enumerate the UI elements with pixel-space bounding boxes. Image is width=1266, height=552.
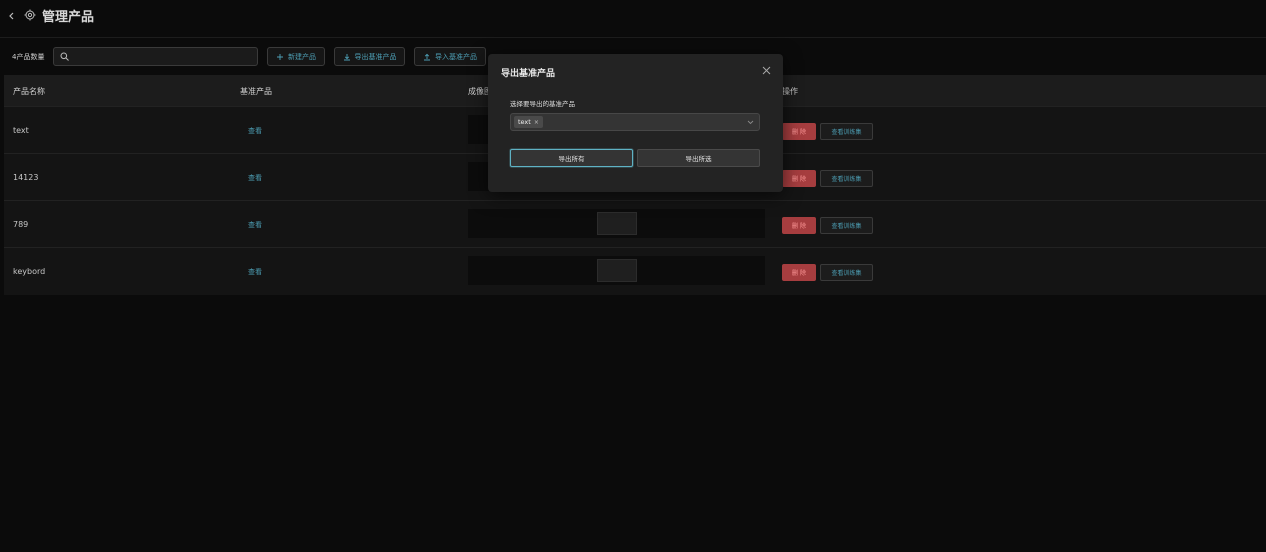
column-header-name: 产品名称: [13, 87, 45, 96]
view-training-set-button[interactable]: 查看训练集: [820, 264, 873, 281]
table-row: keybord 查看 删 除 查看训练集: [4, 247, 1266, 294]
tag-remove-icon[interactable]: ×: [534, 119, 539, 126]
search-box[interactable]: [53, 47, 258, 66]
product-name: text: [13, 126, 29, 135]
close-icon[interactable]: [762, 66, 771, 75]
base-product-select[interactable]: text ×: [510, 113, 760, 131]
new-product-button[interactable]: 新建产品: [267, 47, 325, 66]
export-modal: 导出基准产品 选择要导出的基准产品 text × 导出所有 导出所选: [488, 54, 783, 192]
upload-icon: [424, 53, 430, 60]
delete-button[interactable]: 删 除: [782, 217, 816, 234]
delete-button[interactable]: 删 除: [782, 123, 816, 140]
export-base-product-label: 导出基准产品: [354, 52, 397, 61]
image-thumbnail[interactable]: [597, 212, 637, 235]
delete-button[interactable]: 删 除: [782, 264, 816, 281]
product-name: 789: [13, 220, 29, 229]
import-base-product-label: 导入基准产品: [435, 52, 477, 61]
chevron-left-icon[interactable]: [7, 10, 17, 22]
view-training-set-button[interactable]: 查看训练集: [820, 170, 873, 187]
image-cell: [468, 209, 765, 238]
page-header: 管理产品: [0, 0, 1266, 38]
view-training-set-button[interactable]: 查看训练集: [820, 123, 873, 140]
view-link[interactable]: 查看: [248, 126, 262, 136]
plus-icon: [277, 53, 283, 60]
product-name: keybord: [13, 267, 46, 276]
page: 管理产品 4产品数量 新建产品 导出基准产品 导入基准产品 产品名称 基准产品 …: [0, 0, 1266, 552]
download-icon: [343, 53, 350, 60]
export-base-product-button[interactable]: 导出基准产品: [334, 47, 405, 66]
view-link[interactable]: 查看: [248, 220, 262, 230]
product-count-label: 4产品数量: [12, 53, 45, 61]
table-row: 789 查看 删 除 查看训练集: [4, 200, 1266, 247]
search-icon: [60, 52, 69, 61]
image-cell: [468, 256, 765, 285]
new-product-label: 新建产品: [288, 52, 316, 61]
delete-button[interactable]: 删 除: [782, 170, 816, 187]
select-field-label: 选择要导出的基准产品: [510, 100, 575, 108]
column-header-actions: 操作: [782, 87, 798, 96]
export-all-button[interactable]: 导出所有: [510, 149, 633, 167]
page-title: 管理产品: [42, 10, 95, 25]
view-training-set-button[interactable]: 查看训练集: [820, 217, 873, 234]
product-name: 14123: [13, 173, 39, 182]
import-base-product-button[interactable]: 导入基准产品: [414, 47, 486, 66]
selected-tag-label: text: [518, 118, 531, 126]
export-selected-button[interactable]: 导出所选: [637, 149, 760, 167]
modal-title: 导出基准产品: [501, 69, 556, 79]
view-link[interactable]: 查看: [248, 267, 262, 277]
gear-icon: [24, 9, 36, 21]
view-link[interactable]: 查看: [248, 173, 262, 183]
selected-tag: text ×: [514, 116, 543, 128]
image-thumbnail[interactable]: [597, 259, 637, 282]
search-input[interactable]: [72, 48, 252, 65]
column-header-base: 基准产品: [240, 87, 272, 96]
chevron-down-icon[interactable]: [747, 119, 754, 125]
